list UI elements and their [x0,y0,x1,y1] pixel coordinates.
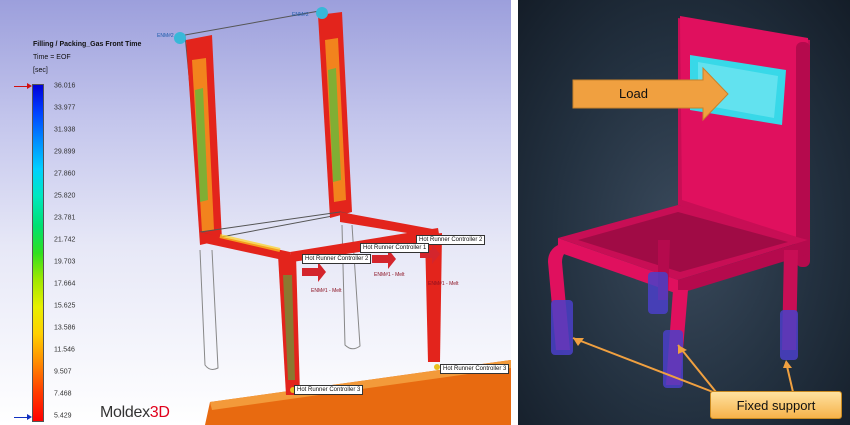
melt-arrow-icon [302,262,326,282]
melt-label: ENM#1 - Melt [428,281,459,287]
fixed-support-area [648,272,668,314]
moldex3d-logo: Moldex3D [100,404,170,421]
simulation-panel: Filling / Packing_Gas Front Time Time = … [0,0,511,425]
melt-label: ENM#1 - Melt [311,288,342,294]
back-post-right [796,42,810,267]
melt-label: ENM#1 - Melt [374,272,405,278]
fixed-support-area [780,310,798,360]
gate-icon [316,7,328,19]
structure-panel: Load Fixed support [518,0,850,425]
hot-runner-label[interactable]: Hot Runner Controller 3 [294,385,364,395]
hot-runner-label[interactable]: Hot Runner Controller 1 [360,243,430,253]
gate-label: ENM#2 [292,12,309,18]
fixed-support-area [551,300,573,355]
chair-structure-view[interactable] [518,0,850,425]
pointer-line [572,337,714,393]
hot-runner-label[interactable]: Hot Runner Controller 3 [440,364,510,374]
gate-label: ENM#2 [157,33,174,39]
pointer-arrowhead-icon [783,360,792,368]
load-label: Load [619,85,648,101]
fixed-support-label: Fixed support [710,391,842,419]
rear-leg-left-outline [199,249,219,370]
chair-model-view[interactable] [0,0,511,425]
hot-runner-label[interactable]: Hot Runner Controller 2 [302,254,372,264]
gate-icon [174,32,186,44]
